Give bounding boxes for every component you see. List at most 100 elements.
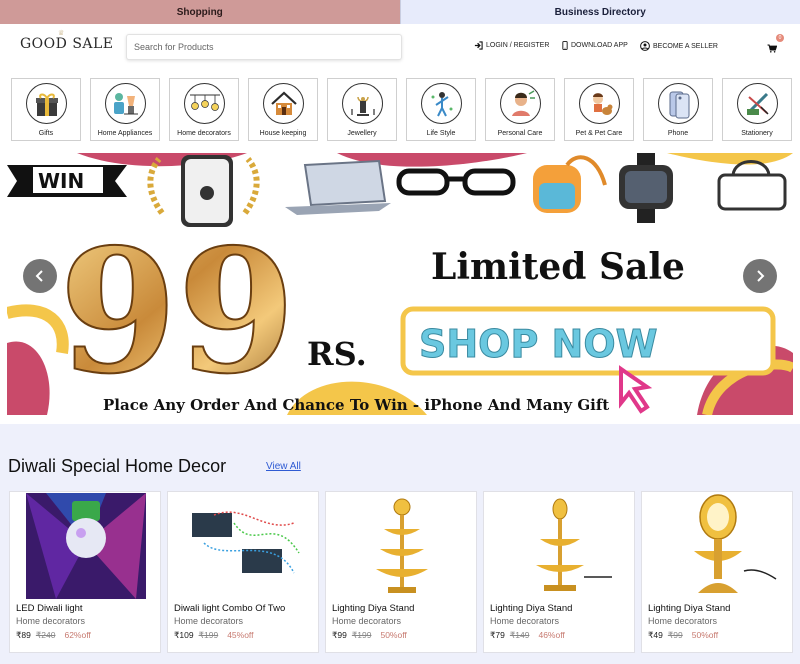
become-seller-label: BECOME A SELLER (653, 42, 718, 50)
logo-text: GOOD SALE (20, 36, 114, 52)
diya-stand-image (500, 493, 620, 599)
product-category: Home decorators (174, 616, 244, 626)
carousel-prev-button[interactable] (23, 259, 57, 293)
product-mrp: ₹240 (35, 630, 56, 640)
product-discount: 45%off (227, 630, 254, 640)
product-category: Home decorators (16, 616, 86, 626)
stationery-icon (737, 83, 778, 124)
search-input[interactable] (126, 34, 402, 60)
category-label: Home Appliances (97, 130, 153, 137)
become-seller-link[interactable]: BECOME A SELLER (640, 41, 718, 51)
banner-graphic: 99 RS. Limited Sale SHOP NOW Place Any O… (7, 153, 793, 415)
category-phone[interactable]: Phone (643, 78, 713, 141)
logo[interactable]: ♕ GOOD SALE (20, 29, 114, 52)
appliances-icon (105, 83, 146, 124)
phone-icon (658, 83, 699, 124)
category-label: Gifts (38, 130, 54, 137)
chevron-left-icon (35, 270, 43, 282)
laptop-image (285, 159, 391, 215)
chevron-right-icon (757, 270, 765, 282)
banner-footer-text: Place Any Order And Chance To Win - iPho… (103, 396, 609, 414)
category-label: Phone (667, 130, 689, 137)
cart-count-badge: 0 (776, 34, 784, 42)
site-header: ♕ GOOD SALE LOGIN / REGISTER DOWNLOAD AP… (0, 24, 800, 72)
product-discount: 62%off (64, 630, 91, 640)
product-price-row: ₹49 ₹99 50%off (648, 630, 718, 641)
top-tab-bar: Shopping Business Directory (0, 0, 800, 24)
product-card[interactable]: Lighting Diya Stand Home decorators ₹49 ₹… (641, 491, 793, 653)
category-label: Personal Care (497, 130, 543, 137)
product-name: Lighting Diya Stand (648, 603, 731, 614)
currency-label: RS. (307, 335, 367, 373)
diya-stand-image (342, 493, 462, 599)
product-price: ₹99 (332, 630, 347, 640)
carousel-next-button[interactable] (743, 259, 777, 293)
jewellery-icon (342, 83, 383, 124)
category-pet-care[interactable]: Pet & Pet Care (564, 78, 634, 141)
led-disco-light-image (26, 493, 146, 599)
promo-banner[interactable]: 99 RS. Limited Sale SHOP NOW Place Any O… (7, 153, 793, 415)
product-name: Lighting Diya Stand (332, 603, 415, 614)
product-price-row: ₹79 ₹149 46%off (490, 630, 565, 641)
product-card[interactable]: Diwali light Combo Of Two Home decorator… (167, 491, 319, 653)
category-label: House keeping (259, 130, 307, 137)
category-stationery[interactable]: Stationery (722, 78, 792, 141)
user-icon (640, 41, 650, 51)
product-mrp: ₹199 (198, 630, 219, 640)
product-list: LED Diwali light Home decorators ₹89 ₹240… (9, 491, 793, 653)
download-app-link[interactable]: DOWNLOAD APP (562, 41, 628, 50)
category-gifts[interactable]: Gifts (11, 78, 81, 141)
section-title: Diwali Special Home Decor (8, 456, 227, 476)
light-combo-image (184, 493, 304, 599)
glasses-image (396, 168, 516, 196)
category-house-keeping[interactable]: House keeping (248, 78, 318, 141)
price-99-graphic: 99 (58, 211, 297, 413)
pet-icon (579, 83, 620, 124)
om-diya-image (658, 493, 778, 599)
category-home-decorators[interactable]: Home decorators (169, 78, 239, 141)
product-mrp: ₹199 (351, 630, 372, 640)
product-price-row: ₹89 ₹240 62%off (16, 630, 91, 641)
product-name: Lighting Diya Stand (490, 603, 573, 614)
product-name: Diwali light Combo Of Two (174, 603, 286, 614)
product-discount: 50%off (691, 630, 719, 640)
product-price-row: ₹109 ₹199 45%off (174, 630, 254, 641)
product-category: Home decorators (490, 616, 560, 626)
category-label: Stationery (741, 130, 773, 137)
house-icon (263, 83, 304, 124)
view-all-link[interactable]: View All (266, 461, 301, 472)
product-card[interactable]: Lighting Diya Stand Home decorators ₹79 ₹… (483, 491, 635, 653)
download-app-label: DOWNLOAD APP (571, 42, 628, 49)
product-card[interactable]: LED Diwali light Home decorators ₹89 ₹240… (9, 491, 161, 653)
product-discount: 50%off (380, 630, 407, 640)
category-home-appliances[interactable]: Home Appliances (90, 78, 160, 141)
category-label: Home decorators (177, 130, 231, 137)
category-label: Pet & Pet Care (575, 130, 623, 137)
cart-icon (767, 44, 778, 53)
win-text: WIN (38, 169, 84, 193)
login-register-label: LOGIN / REGISTER (486, 42, 550, 49)
gift-icon (26, 83, 67, 124)
product-card[interactable]: Lighting Diya Stand Home decorators ₹99 ₹… (325, 491, 477, 653)
mobile-icon (562, 41, 568, 50)
product-price-row: ₹99 ₹199 50%off (332, 630, 407, 641)
product-price: ₹89 (16, 630, 31, 640)
tab-shopping[interactable]: Shopping (0, 0, 400, 24)
login-register-link[interactable]: LOGIN / REGISTER (474, 41, 549, 50)
category-personal-care[interactable]: Personal Care (485, 78, 555, 141)
cart-button[interactable] (767, 40, 778, 58)
decor-icon (184, 83, 225, 124)
product-mrp: ₹149 (509, 630, 530, 640)
diwali-decor-section: Diwali Special Home Decor View All LED D… (0, 424, 800, 664)
headline-text: Limited Sale (431, 246, 685, 288)
category-life-style[interactable]: Life Style (406, 78, 476, 141)
personal-care-icon (500, 83, 541, 124)
category-strip: Gifts Home Appliances Home decorators Ho… (11, 78, 792, 141)
backpack-image (533, 155, 607, 213)
crown-icon: ♕ (58, 29, 65, 37)
handbag-image (717, 160, 787, 211)
product-price: ₹49 (648, 630, 663, 640)
tab-business-directory[interactable]: Business Directory (399, 0, 800, 24)
category-jewellery[interactable]: Jewellery (327, 78, 397, 141)
lifestyle-icon (421, 83, 462, 124)
